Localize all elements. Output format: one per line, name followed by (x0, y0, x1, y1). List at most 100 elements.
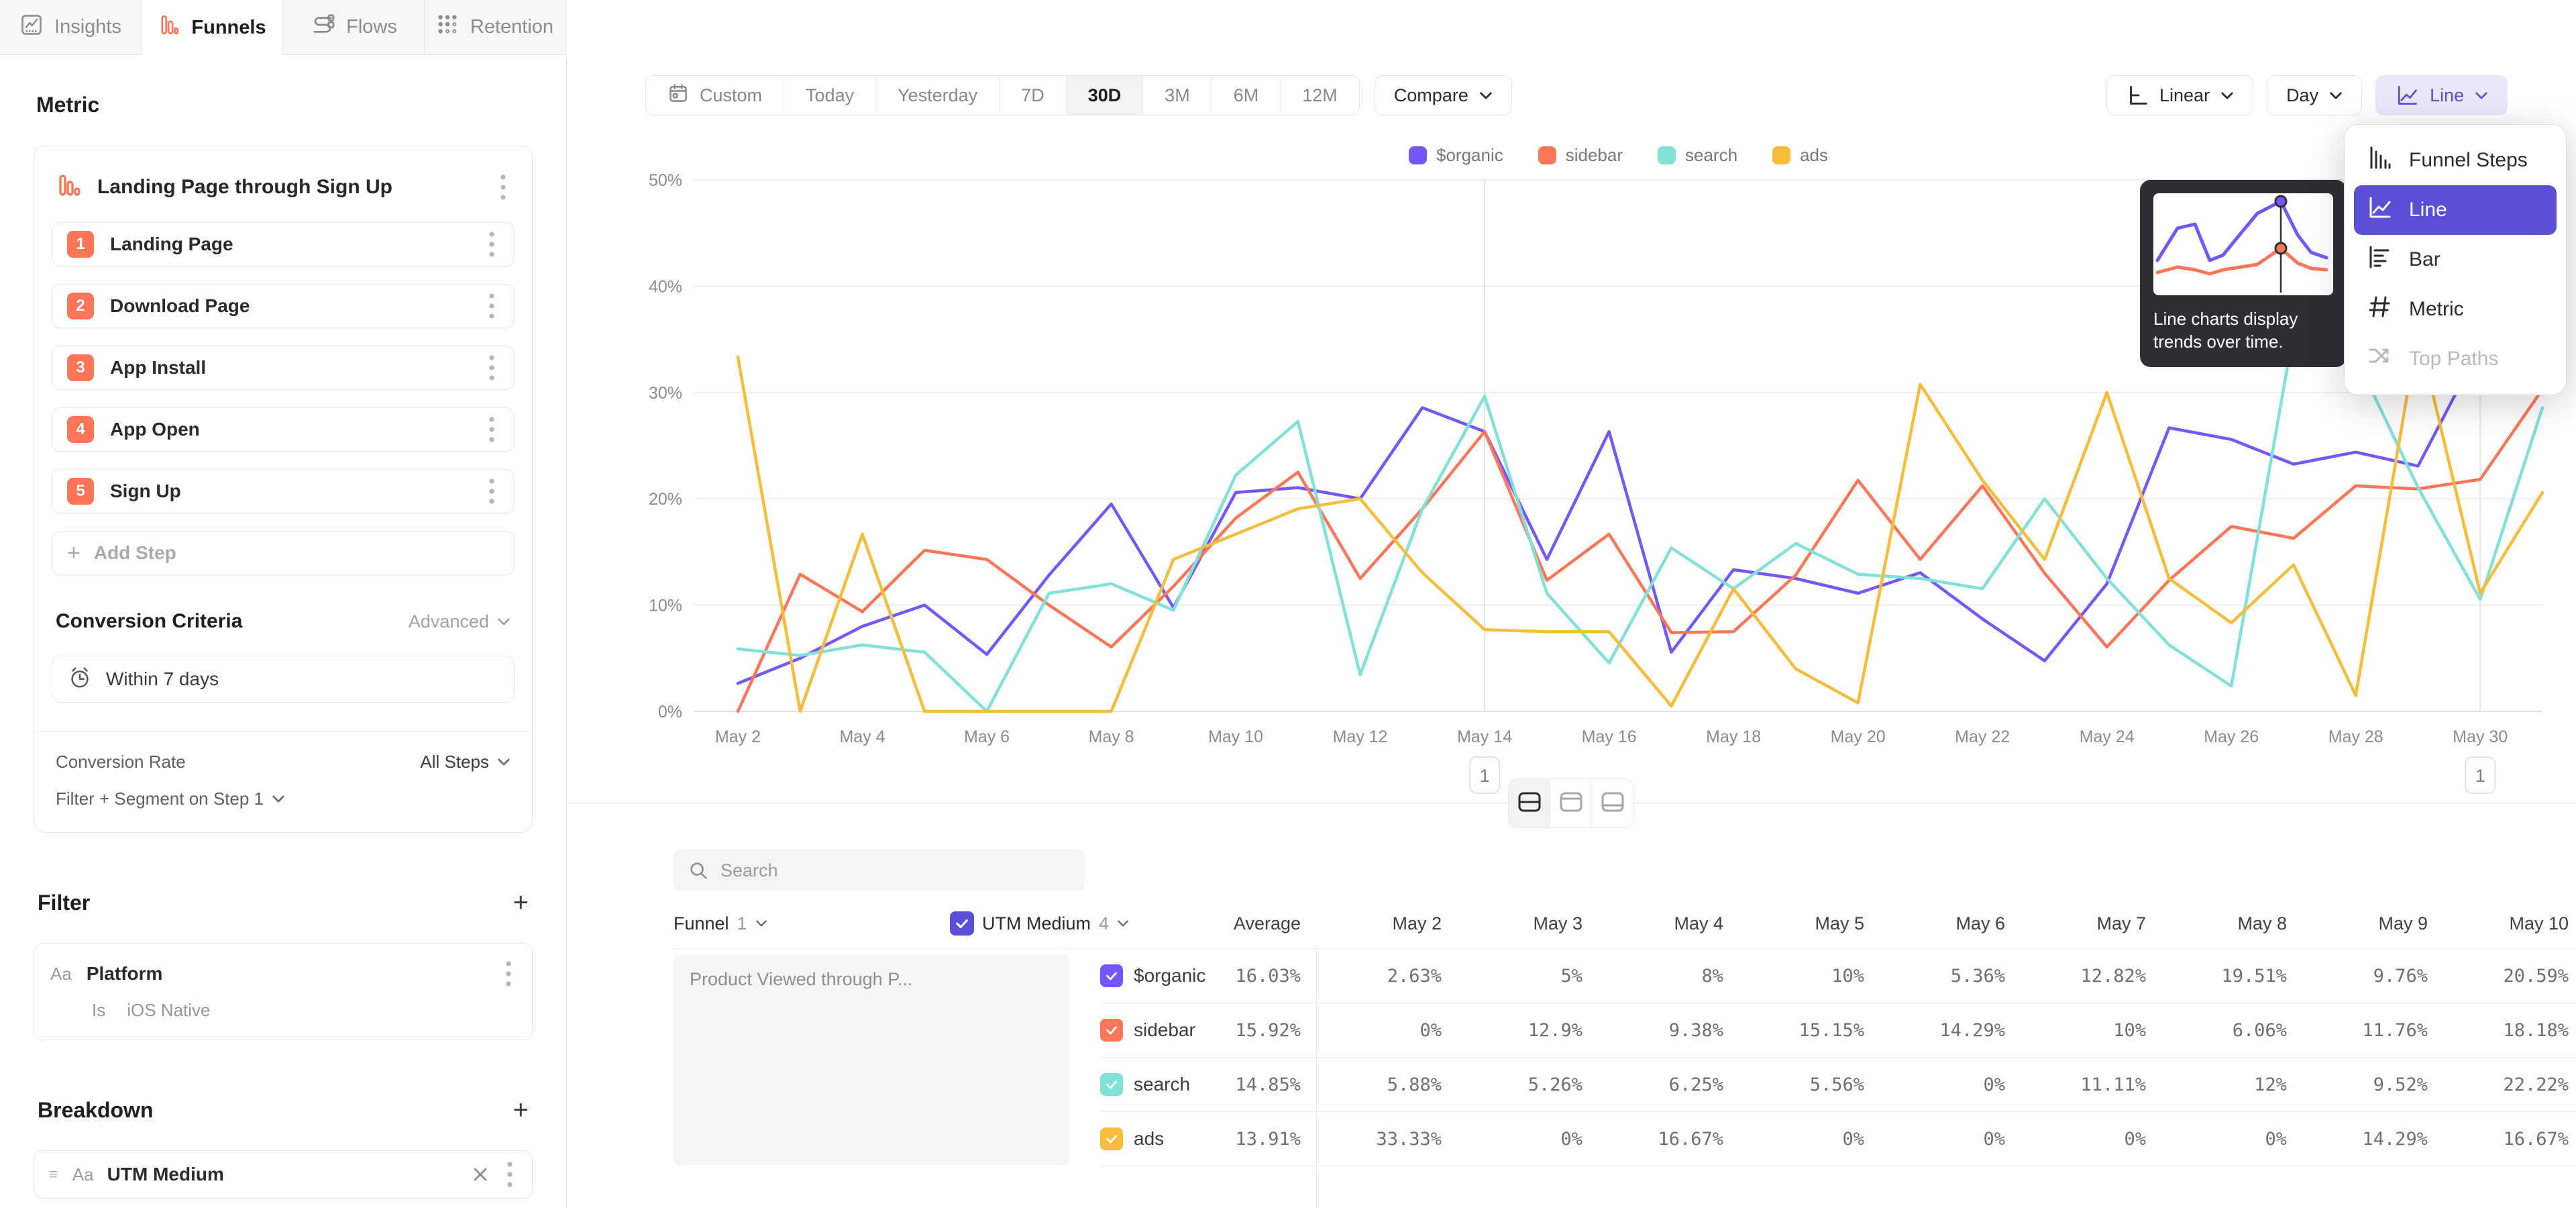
metric-icon (2366, 293, 2393, 325)
step-number-badge: 5 (67, 478, 94, 505)
filter-value[interactable]: iOS Native (127, 1000, 210, 1021)
step-kebab-icon[interactable] (484, 230, 499, 258)
date-column-header[interactable]: May 4 (1582, 913, 1723, 934)
tab-retention[interactable]: Retention (425, 0, 566, 55)
funnel-step-5[interactable]: 5Sign Up (52, 469, 515, 513)
date-column-header[interactable]: May 2 (1301, 913, 1442, 934)
flows-icon (310, 13, 335, 42)
menu-item-metric[interactable]: Metric (2354, 285, 2557, 334)
add-step-button[interactable]: + Add Step (52, 531, 515, 575)
date-column-header[interactable]: May 8 (2146, 913, 2287, 934)
search-input[interactable] (720, 860, 1042, 881)
filter-operator[interactable]: Is (92, 1000, 105, 1021)
add-breakdown-button[interactable]: + (513, 1097, 529, 1123)
menu-item-top-paths: Top Paths (2354, 334, 2557, 384)
date-column-header[interactable]: May 3 (1442, 913, 1582, 934)
row-label: $organic (1134, 965, 1205, 987)
filter-kebab-icon[interactable] (501, 960, 516, 988)
chart-type-dropdown[interactable]: Line (2375, 75, 2508, 115)
chart-type-menu: Funnel StepsLineBarMetricTop Paths (2345, 125, 2566, 395)
scale-dropdown[interactable]: Linear (2106, 75, 2253, 115)
add-filter-button[interactable]: + (513, 889, 529, 916)
funnel-step-1[interactable]: 1Landing Page (52, 222, 515, 266)
row-value: 0% (1560, 1129, 1582, 1150)
range-30d[interactable]: 30D (1067, 76, 1144, 115)
menu-item-bar[interactable]: Bar (2354, 235, 2557, 285)
filter-platform-card[interactable]: Aa Platform Is iOS Native (34, 943, 533, 1040)
granularity-dropdown[interactable]: Day (2267, 75, 2362, 115)
step-kebab-icon[interactable] (484, 292, 499, 320)
menu-item-funnel-steps[interactable]: Funnel Steps (2354, 136, 2557, 185)
date-column-header[interactable]: May 7 (2005, 913, 2146, 934)
drag-handle-icon[interactable]: ≡ (49, 1166, 58, 1183)
row-value: 5.88% (1387, 1074, 1442, 1095)
range-custom[interactable]: Custom (646, 76, 784, 115)
filter-segment-dropdown[interactable]: Filter + Segment on Step 1 (56, 789, 511, 809)
range-6m[interactable]: 6M (1212, 76, 1281, 115)
date-column-header[interactable]: May 10 (2428, 913, 2569, 934)
date-column-header[interactable]: May 6 (1864, 913, 2005, 934)
tab-flows[interactable]: Flows (283, 0, 425, 55)
row-average: 13.91% (1235, 1129, 1301, 1150)
svg-text:May 6: May 6 (964, 727, 1010, 746)
funnel-step-3[interactable]: 3App Install (52, 346, 515, 390)
select-all-checkbox[interactable] (950, 911, 974, 936)
average-column-header[interactable]: Average (1172, 913, 1301, 934)
close-icon[interactable] (472, 1166, 489, 1183)
funnels-icon (158, 13, 180, 42)
row-value: 0% (2124, 1129, 2146, 1150)
tab-funnels[interactable]: Funnels (142, 0, 283, 55)
compare-button[interactable]: Compare (1375, 75, 1512, 115)
svg-text:40%: 40% (649, 277, 682, 296)
row-value: 5.26% (1528, 1074, 1582, 1095)
table-view-button[interactable] (1592, 779, 1633, 827)
menu-item-line[interactable]: Line (2354, 185, 2557, 235)
row-checkbox[interactable] (1100, 964, 1123, 987)
step-label: App Open (110, 419, 200, 440)
funnel-title-row[interactable]: Landing Page through Sign Up (52, 164, 515, 222)
row-value: 19.51% (2221, 966, 2287, 987)
svg-text:30%: 30% (649, 384, 682, 403)
table-search (674, 850, 1085, 891)
date-column-header[interactable]: May 5 (1723, 913, 1864, 934)
funnel-column-header[interactable]: Funnel 1 (674, 913, 950, 934)
chart-view-button[interactable] (1550, 779, 1592, 827)
advanced-toggle[interactable]: Advanced (409, 611, 511, 632)
linear-scale-icon (2126, 84, 2149, 107)
row-label: search (1134, 1074, 1190, 1095)
breakdown-kebab-icon[interactable] (502, 1160, 517, 1189)
range-3m[interactable]: 3M (1143, 76, 1212, 115)
query-sidebar: Metric Landing Page through Sign Up 1Lan… (0, 55, 567, 1208)
range-12m[interactable]: 12M (1281, 76, 1359, 115)
funnel-kebab-icon[interactable] (496, 173, 511, 201)
string-type-icon: Aa (50, 964, 72, 985)
row-checkbox[interactable] (1100, 1073, 1123, 1096)
range-yesterday[interactable]: Yesterday (876, 76, 1000, 115)
row-checkbox[interactable] (1100, 1127, 1123, 1150)
range-7d[interactable]: 7D (1000, 76, 1067, 115)
step-kebab-icon[interactable] (484, 415, 499, 444)
funnel-step-2[interactable]: 2Download Page (52, 284, 515, 328)
tab-insights[interactable]: Insights (0, 0, 142, 55)
split-view-button[interactable] (1509, 779, 1550, 827)
funnel-step-4[interactable]: 4App Open (52, 407, 515, 452)
chevron-down-icon (2220, 91, 2234, 100)
row-value: 5.56% (1810, 1074, 1864, 1095)
range-today[interactable]: Today (784, 76, 876, 115)
conversion-window[interactable]: Within 7 days (52, 656, 515, 703)
breakdown-utm-card[interactable]: ≡ Aa UTM Medium (34, 1150, 533, 1199)
step-kebab-icon[interactable] (484, 477, 499, 505)
row-value: 14.29% (2362, 1129, 2428, 1150)
conversion-rate-steps-dropdown[interactable]: All Steps (420, 752, 511, 772)
annotation-badge[interactable]: 1 (2465, 757, 2495, 793)
step-number-badge: 3 (67, 354, 94, 381)
annotation-badge[interactable]: 1 (1470, 757, 1499, 793)
row-value: 8% (1701, 966, 1723, 987)
svg-text:May 18: May 18 (1706, 727, 1761, 746)
breakdown-column-header[interactable]: UTM Medium 4 (950, 911, 1172, 936)
row-checkbox[interactable] (1100, 1019, 1123, 1042)
step-kebab-icon[interactable] (484, 354, 499, 382)
date-range-segmented-control: CustomTodayYesterday7D30D3M6M12M (645, 75, 1360, 115)
svg-text:May 26: May 26 (2204, 727, 2259, 746)
date-column-header[interactable]: May 9 (2287, 913, 2428, 934)
